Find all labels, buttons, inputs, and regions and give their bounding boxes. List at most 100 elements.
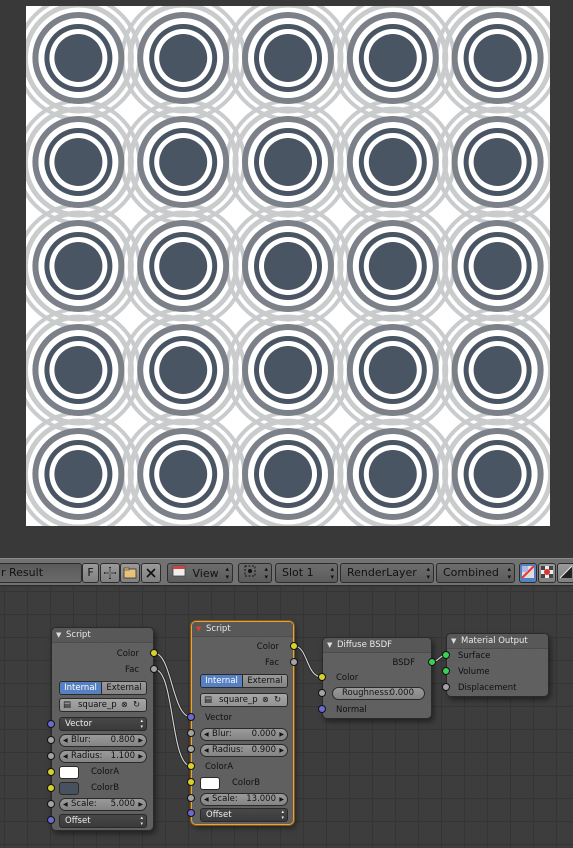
render-slot-dropdown[interactable]: Slot 1 [275,563,338,583]
vector-input-dropdown[interactable]: Vector [59,717,147,731]
radius-slider[interactable]: ◀ Radius: 1.100 ▶ [59,750,147,763]
unlink-image-button[interactable] [141,563,161,583]
colorb-swatch[interactable] [200,777,220,790]
node-title: Script [206,624,231,634]
center-disc [54,450,103,498]
socket-in-offset[interactable] [47,816,55,824]
image-name-field[interactable]: r Result [0,563,82,583]
zoom-region-dropdown[interactable] [238,563,272,583]
mode-external-button[interactable]: External [242,675,287,687]
socket-in-volume[interactable] [442,667,450,675]
mode-external-button[interactable]: External [101,682,146,694]
link-color-to-vector [153,651,192,719]
script-file-field[interactable]: ▤ square_p ⊗ ↻ [59,698,147,712]
render-result-image[interactable] [26,6,550,526]
socket-in-offset[interactable] [187,809,195,817]
draw-alpha-button[interactable] [538,563,556,583]
link-fac-to-colora [153,667,192,768]
draw-mask-button[interactable] [557,563,573,583]
colorb-swatch[interactable] [59,782,79,795]
offset-input-dropdown[interactable]: Offset [200,808,288,822]
mode-internal-button[interactable]: Internal [60,682,102,694]
collapse-arrow-icon[interactable]: ▼ [451,634,456,649]
socket-in-vector[interactable] [47,720,55,728]
socket-out-bsdf[interactable] [428,658,436,666]
material-output-node[interactable]: ▼ Material Output Surface Volume Displac… [446,633,549,697]
center-disc [368,346,417,394]
colora-swatch[interactable] [59,766,79,779]
scale-slider[interactable]: ◀ Scale: 5.000 ▶ [59,798,147,811]
socket-in-colorb[interactable] [187,778,195,786]
socket-in-displacement[interactable] [442,683,450,691]
radius-label: Radius: [212,745,244,755]
script-mode-toggle[interactable]: Internal External [59,681,147,695]
new-image-button[interactable] [100,563,120,583]
socket-in-colora[interactable] [187,762,195,770]
socket-in-color[interactable] [318,673,326,681]
node-header[interactable]: ▼ Script [192,622,293,637]
reload-script-icon[interactable]: ↻ [133,699,140,711]
socket-out-color[interactable] [150,649,158,657]
socket-in-vector[interactable] [187,713,195,721]
view-menu[interactable]: View [167,563,233,583]
script-node-2[interactable]: ▼ Script Color Fac Internal External ▤ s… [191,621,294,825]
center-disc [368,138,417,186]
fake-user-button[interactable]: F [82,563,99,583]
image-editor-window: r Result F View Slot 1 RenderLayer Combi… [0,0,573,848]
socket-out-color[interactable] [290,642,298,650]
render-view[interactable] [0,0,573,558]
diffuse-bsdf-node[interactable]: ▼ Diffuse BSDF BSDF Color Roughness: 0.0… [322,637,432,719]
draw-rgb-button[interactable] [519,563,537,583]
script-file-field[interactable]: ▤ square_p ⊗ ↻ [200,693,288,707]
socket-in-roughness[interactable] [318,689,326,697]
scale-value: 5.000 [110,799,135,809]
radius-label: Radius: [71,751,103,761]
collapse-arrow-icon[interactable]: ▼ [327,638,332,653]
blur-slider[interactable]: ◀ Blur: 0.000 ▶ [200,728,288,741]
socket-in-scale[interactable] [47,800,55,808]
scale-label: Scale: [71,799,97,809]
socket-in-blur[interactable] [187,729,195,737]
socket-in-colorb[interactable] [47,784,55,792]
mode-internal-button[interactable]: Internal [201,675,243,687]
scale-value: 13.000 [246,794,276,804]
node-title: Diffuse BSDF [337,640,393,650]
output-fac-label: Fac [265,658,279,668]
node-header[interactable]: ▼ Diffuse BSDF [323,638,431,653]
open-image-button[interactable] [120,563,140,583]
colora-label: ColorA [205,762,234,772]
node-header[interactable]: ▼ Script [52,628,153,643]
collapse-arrow-icon[interactable]: ▼ [56,628,61,643]
socket-out-fac[interactable] [290,658,298,666]
socket-out-fac[interactable] [150,665,158,673]
socket-in-surface[interactable] [442,651,450,659]
socket-in-scale[interactable] [187,794,195,802]
render-pass-dropdown[interactable]: Combined [436,563,515,583]
roughness-slider[interactable]: Roughness: 0.000 [332,687,425,700]
scale-slider[interactable]: ◀ Scale: 13.000 ▶ [200,793,288,806]
collapse-arrow-icon[interactable]: ▼ [196,622,201,637]
reload-script-icon[interactable]: ↻ [274,694,281,706]
image-icon [172,564,186,582]
socket-in-blur[interactable] [47,736,55,744]
draw-mask-icon [558,564,573,582]
socket-in-radius[interactable] [47,752,55,760]
node-header[interactable]: ▼ Material Output [447,634,548,649]
blur-slider[interactable]: ◀ Blur: 0.800 ▶ [59,734,147,747]
socket-in-radius[interactable] [187,745,195,753]
socket-in-colora[interactable] [47,768,55,776]
node-editor-canvas[interactable]: ▼ Script Color Fac Internal External ▤ s… [0,587,573,848]
script-mode-toggle[interactable]: Internal External [200,674,288,688]
script-file-name: square_p [219,695,258,705]
socket-in-normal[interactable] [318,705,326,713]
unlink-x-icon[interactable]: ⊗ [121,699,128,711]
render-layer-dropdown[interactable]: RenderLayer [340,563,434,583]
blur-value: 0.800 [110,735,135,745]
script-node-1[interactable]: ▼ Script Color Fac Internal External ▤ s… [51,627,154,831]
unlink-x-icon[interactable]: ⊗ [262,694,269,706]
output-fac-label: Fac [125,665,139,675]
draw-alpha-icon [539,564,555,582]
radius-slider[interactable]: ◀ Radius: 0.900 ▶ [200,744,288,757]
offset-input-dropdown[interactable]: Offset [59,814,147,828]
center-disc [368,450,417,498]
